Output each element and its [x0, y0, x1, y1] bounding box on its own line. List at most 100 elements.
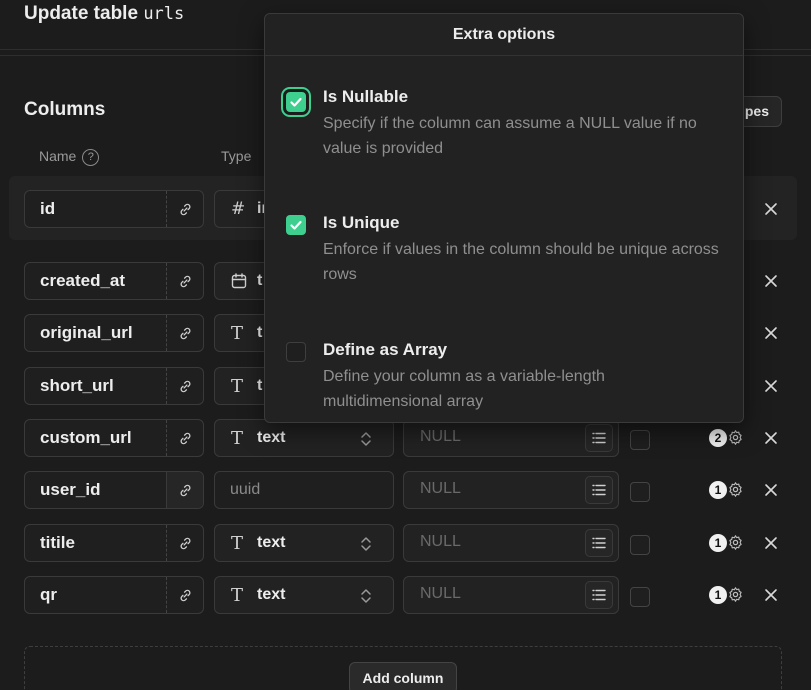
link-icon [180, 589, 190, 601]
suggestions-button[interactable] [585, 581, 613, 609]
options-count-badge: 1 [709, 534, 727, 552]
option-description: Enforce if values in the column should b… [323, 241, 719, 283]
primary-key-checkbox[interactable] [630, 430, 650, 450]
remove-column-icon[interactable] [763, 325, 779, 341]
column-name: id [40, 199, 56, 218]
default-value-input[interactable]: NULL [403, 471, 619, 509]
remove-column-icon[interactable] [763, 587, 779, 603]
column-name-input[interactable]: short_url [24, 367, 204, 405]
foreign-key-button[interactable] [166, 263, 203, 299]
foreign-key-button[interactable] [166, 191, 203, 227]
column-type-select[interactable]: T text [214, 524, 394, 562]
text-type-icon: T [231, 428, 244, 449]
columns-title: Columns [24, 99, 106, 120]
column-name: custom_url [40, 428, 132, 447]
remove-column-icon[interactable] [763, 482, 779, 498]
primary-key-checkbox[interactable] [630, 535, 650, 555]
dialog-title: Update table urls [24, 3, 184, 25]
default-value-input[interactable]: NULL [403, 419, 619, 457]
column-name-input[interactable]: user_id [24, 471, 204, 509]
default-value-input[interactable]: NULL [403, 576, 619, 614]
suggestions-button[interactable] [585, 476, 613, 504]
help-icon[interactable]: ? [82, 148, 100, 166]
table-name: urls [143, 4, 185, 24]
primary-key-checkbox[interactable] [630, 482, 650, 502]
list-icon [592, 537, 606, 549]
column-type-label: t [257, 272, 263, 289]
foreign-key-button[interactable] [166, 420, 203, 456]
text-type-icon: T [231, 323, 244, 344]
column-type-label: text [257, 429, 286, 446]
column-type-label: uuid [230, 481, 261, 498]
option-label: Define as Array [323, 340, 448, 359]
link-icon [180, 537, 190, 549]
column-type-select[interactable]: T text [214, 576, 394, 614]
option-label: Is Unique [323, 213, 400, 232]
gear-icon[interactable] [727, 429, 744, 446]
default-value-placeholder: NULL [420, 480, 461, 497]
add-column-button[interactable]: Add column [349, 662, 457, 690]
column-type-select[interactable]: uuid [214, 471, 394, 509]
column-type-label: t [257, 377, 263, 394]
column-name: titile [40, 533, 75, 552]
foreign-key-button[interactable] [166, 368, 203, 404]
column-name-input[interactable]: id [24, 190, 204, 228]
check-icon [290, 220, 302, 230]
options-count-badge: 2 [709, 429, 727, 447]
link-icon [180, 327, 190, 339]
default-value-placeholder: NULL [420, 585, 461, 602]
link-icon [180, 380, 190, 392]
column-type-select[interactable]: T text [214, 419, 394, 457]
remove-column-icon[interactable] [763, 273, 779, 289]
extra-options-popover: Extra options Is Nullable Specify if the… [264, 13, 744, 423]
column-name-input[interactable]: original_url [24, 314, 204, 352]
foreign-key-button[interactable] [166, 472, 203, 508]
title-prefix: Update table [24, 3, 139, 24]
gear-icon[interactable] [727, 534, 744, 551]
text-type-icon: T [231, 533, 244, 554]
column-name: qr [40, 585, 57, 604]
name-header-label: Name [39, 148, 77, 164]
foreign-key-button[interactable] [166, 525, 203, 561]
column-name: user_id [40, 480, 101, 499]
column-name: created_at [40, 271, 126, 290]
column-name: short_url [40, 376, 114, 395]
list-icon [592, 589, 606, 601]
column-type-label: text [257, 586, 286, 603]
suggestions-button[interactable] [585, 529, 613, 557]
unique-checkbox[interactable] [286, 215, 306, 235]
option-description: Specify if the column can assume a NULL … [323, 115, 697, 157]
gear-icon[interactable] [727, 586, 744, 603]
popover-title: Extra options [265, 14, 743, 56]
link-icon [180, 203, 190, 215]
remove-column-icon[interactable] [763, 535, 779, 551]
hash-icon: # [231, 199, 246, 219]
calendar-icon [231, 273, 247, 294]
remove-column-icon[interactable] [763, 201, 779, 217]
chevron-updown-icon [361, 432, 371, 446]
nullable-checkbox[interactable] [286, 92, 306, 112]
column-name-input[interactable]: qr [24, 576, 204, 614]
options-count-badge: 1 [709, 586, 727, 604]
types-button-label: pes [744, 103, 769, 119]
column-name-input[interactable]: created_at [24, 262, 204, 300]
column-type-label: text [257, 534, 286, 551]
column-name-input[interactable]: custom_url [24, 419, 204, 457]
foreign-key-button[interactable] [166, 577, 203, 613]
primary-key-checkbox[interactable] [630, 587, 650, 607]
default-value-input[interactable]: NULL [403, 524, 619, 562]
option-label: Is Nullable [323, 87, 409, 106]
suggestions-button[interactable] [585, 424, 613, 452]
list-icon [592, 432, 606, 444]
chevron-updown-icon [361, 537, 371, 551]
remove-column-icon[interactable] [763, 378, 779, 394]
remove-column-icon[interactable] [763, 430, 779, 446]
text-type-icon: T [231, 376, 244, 397]
option-description: Define your column as a variable-length … [323, 368, 605, 410]
column-name-input[interactable]: titile [24, 524, 204, 562]
gear-icon[interactable] [727, 481, 744, 498]
text-type-icon: T [231, 585, 244, 606]
foreign-key-button[interactable] [166, 315, 203, 351]
array-checkbox[interactable] [286, 342, 306, 362]
options-count-badge: 1 [709, 481, 727, 499]
